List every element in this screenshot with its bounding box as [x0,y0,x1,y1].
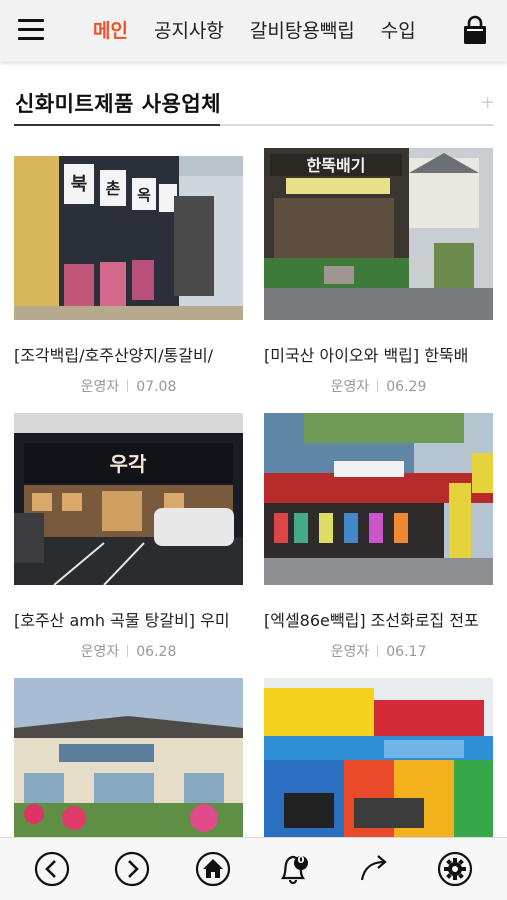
tab-galbitang-backrib[interactable]: 갈비탕용빽립 [237,0,368,62]
chevron-right-icon [114,851,150,887]
post-card[interactable]: 우각 [호주산 amh 곡물 탕갈비] 우미 운영자 06.28 [14,413,243,661]
category-tabs: 메인 공지사항 갈비탕용빽립 수입 [80,0,432,62]
post-date: 06.29 [386,379,427,395]
share-button[interactable] [356,850,394,888]
post-author: 운영자 [80,379,120,395]
back-button[interactable] [33,850,71,888]
notification-badge-count: 0 [297,855,305,866]
tab-imported[interactable]: 수입 [368,0,429,62]
section-title: 신화미트제품 사용업체 [15,92,222,116]
title-underline [14,124,220,126]
post-card[interactable]: 북 촌 옥 [조각백립/호주산양지/통갈비/ 운영자 07.08 [14,156,243,396]
tab-notice[interactable]: 공지사항 [141,0,237,62]
storefront-night-ugak-image: 우각 [14,413,243,585]
storefront-street-market-image [264,413,493,585]
post-title: [호주산 amh 곡물 탕갈비] 우미 [14,611,230,630]
storefront-songsaek-sanhwa-image [14,678,243,837]
app-page: 메인 공지사항 갈비탕용빽립 수입 신화미트제품 사용업체 + 북 촌 옥 [조… [0,0,507,900]
svg-text:우각: 우각 [110,452,147,476]
post-meta: 운영자 07.08 [14,376,243,396]
storefront-bukchonok-image: 북 촌 옥 [14,156,243,320]
home-icon [195,851,231,887]
top-navigation: 메인 공지사항 갈비탕용빽립 수입 [0,0,507,62]
post-title: [조각백립/호주산양지/통갈비/ [14,346,214,365]
bottom-toolbar: 0 [0,837,507,900]
post-title: [미국산 아이오와 백립] 한뚝배 [264,346,469,365]
post-author: 운영자 [330,644,370,660]
notifications-button[interactable]: 0 [274,850,312,888]
hamburger-menu-icon[interactable] [18,19,44,41]
storefront-handdukbaegi-image: 한뚝배기 [264,148,493,320]
post-meta: 운영자 06.17 [264,641,493,661]
share-arrow-icon [360,855,387,881]
chevron-left-icon [34,851,70,887]
svg-text:옥: 옥 [137,186,151,204]
home-button[interactable] [194,850,232,888]
post-card[interactable]: [엑셀86e빽립] 조선화로집 전포 운영자 06.17 [264,413,493,661]
bell-icon [280,855,308,885]
post-date: 06.28 [136,644,177,660]
forward-button[interactable] [113,850,151,888]
settings-button[interactable] [436,850,474,888]
svg-text:한뚝배기: 한뚝배기 [307,156,366,175]
plus-icon[interactable]: + [480,92,495,113]
post-title: [엑셀86e빽립] 조선화로집 전포 [264,611,479,630]
post-card[interactable] [14,678,243,837]
svg-text:북: 북 [71,174,88,195]
post-card[interactable]: 한뚝배기 [미국산 아이오와 백립] 한뚝배 운영자 06.29 [264,148,493,396]
gear-icon [437,851,473,887]
tab-main[interactable]: 메인 [80,0,141,62]
post-date: 07.08 [136,379,177,395]
post-author: 운영자 [80,644,120,660]
shopping-bag-icon[interactable] [458,14,492,48]
post-author: 운영자 [330,379,370,395]
post-card[interactable] [264,678,493,837]
post-meta: 운영자 06.28 [14,641,243,661]
svg-text:촌: 촌 [106,179,121,198]
post-meta: 운영자 06.29 [264,376,493,396]
storefront-pizza-pasta-image [264,678,493,837]
post-date: 06.17 [386,644,427,660]
